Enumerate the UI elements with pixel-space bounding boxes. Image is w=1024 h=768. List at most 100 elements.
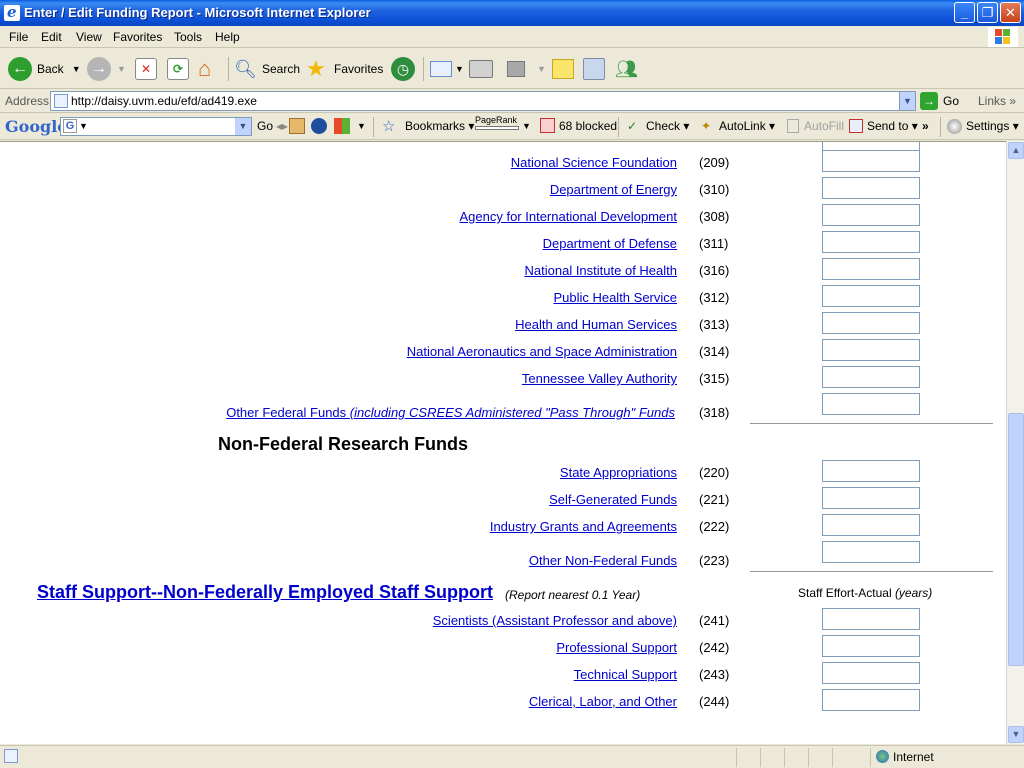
menu-file[interactable]: File xyxy=(9,30,28,44)
funding-source-link[interactable]: National Institute of Health xyxy=(525,263,677,278)
options-icon[interactable]: ◂▸ xyxy=(276,119,288,133)
links-button[interactable]: Links » xyxy=(978,94,1016,108)
globe-icon[interactable] xyxy=(311,118,327,134)
chevron-down-icon[interactable]: ▼ xyxy=(357,121,366,131)
stop-button[interactable]: ✕ xyxy=(135,55,157,83)
news-icon[interactable] xyxy=(289,118,305,134)
staff-effort-input[interactable] xyxy=(822,689,920,711)
settings-button[interactable]: Settings ▾ xyxy=(966,119,1019,133)
google-search-input[interactable]: G ▼ ▼ xyxy=(60,117,252,136)
address-field[interactable]: http://daisy.uvm.edu/efd/ad419.exe ▼ xyxy=(50,91,916,111)
chevron-down-icon[interactable]: ▼ xyxy=(537,64,546,74)
minimize-button[interactable]: _ xyxy=(954,2,975,23)
staff-effort-input[interactable] xyxy=(822,662,920,684)
research-button[interactable] xyxy=(583,55,605,83)
form-row: National Institute of Health (316) xyxy=(0,258,1006,282)
mail-button[interactable]: ▼ xyxy=(430,55,464,83)
funding-source-link[interactable]: Other Non-Federal Funds xyxy=(529,553,677,568)
staff-category-link[interactable]: Technical Support xyxy=(574,667,677,682)
go-button[interactable]: → Go xyxy=(920,92,959,110)
home-button[interactable]: ⌂ xyxy=(198,55,222,83)
amount-input[interactable] xyxy=(822,150,920,172)
menu-help[interactable]: Help xyxy=(215,30,240,44)
chevron-down-icon[interactable]: ▼ xyxy=(522,121,531,131)
scrollbar-thumb[interactable] xyxy=(1008,413,1024,666)
amount-input[interactable] xyxy=(822,393,920,415)
amount-input[interactable] xyxy=(822,366,920,388)
amount-input[interactable] xyxy=(822,204,920,226)
chevron-down-icon[interactable]: ▼ xyxy=(455,64,464,74)
amount-input[interactable] xyxy=(822,285,920,307)
back-button[interactable]: ← Back ▼ xyxy=(8,55,81,83)
other-federal-funds-link[interactable]: Other Federal Funds (including CSREES Ad… xyxy=(226,405,675,420)
staff-effort-input[interactable] xyxy=(822,608,920,630)
scroll-down-button[interactable]: ▼ xyxy=(1008,726,1024,743)
history-button[interactable]: ◷ xyxy=(391,55,415,83)
scroll-up-button[interactable]: ▲ xyxy=(1008,142,1024,159)
close-button[interactable]: ✕ xyxy=(1000,2,1021,23)
funding-source-link[interactable]: Self-Generated Funds xyxy=(549,492,677,507)
funding-source-link[interactable]: National Aeronautics and Space Administr… xyxy=(407,344,677,359)
funding-source-link[interactable]: Department of Defense xyxy=(543,236,677,251)
staff-category-link[interactable]: Professional Support xyxy=(556,640,677,655)
windows-logo-icon xyxy=(988,27,1018,47)
amount-input[interactable] xyxy=(822,177,920,199)
vertical-scrollbar[interactable]: ▲ ▼ xyxy=(1006,141,1024,744)
staff-support-heading-link[interactable]: Staff Support--Non-Federally Employed St… xyxy=(37,582,493,603)
forward-button[interactable]: → ▼ xyxy=(87,55,126,83)
staff-category-link[interactable]: Scientists (Assistant Professor and abov… xyxy=(433,613,677,628)
amount-input[interactable] xyxy=(822,258,920,280)
amount-input[interactable] xyxy=(822,312,920,334)
edit-button[interactable]: ▼ xyxy=(507,55,546,83)
maximize-button[interactable]: ❐ xyxy=(977,2,998,23)
amount-input[interactable] xyxy=(822,460,920,482)
pagerank-indicator[interactable]: PageRank xyxy=(475,115,519,130)
staff-category-link[interactable]: Clerical, Labor, and Other xyxy=(529,694,677,709)
autolink-button[interactable]: AutoLink ▾ xyxy=(719,119,775,133)
discuss-button[interactable] xyxy=(552,55,574,83)
bookmarks-button[interactable]: Bookmarks ▾ xyxy=(405,119,474,133)
popup-blocker-icon xyxy=(540,118,555,133)
print-button[interactable] xyxy=(469,55,493,83)
menu-view[interactable]: View xyxy=(76,30,102,44)
funding-source-link[interactable]: Agency for International Development xyxy=(459,209,677,224)
send-to-icon xyxy=(849,119,863,133)
chevron-down-icon[interactable]: ▼ xyxy=(235,118,251,135)
more-chevron-icon[interactable]: » xyxy=(922,119,929,133)
menu-favorites[interactable]: Favorites xyxy=(113,30,162,44)
chevron-down-icon[interactable]: ▼ xyxy=(117,64,126,74)
chevron-down-icon[interactable]: ▼ xyxy=(72,64,81,74)
windows-icon[interactable] xyxy=(334,118,350,134)
autofill-button[interactable]: AutoFill xyxy=(804,119,844,133)
page-icon xyxy=(54,94,68,108)
menu-edit[interactable]: Edit xyxy=(41,30,62,44)
google-logo[interactable]: Google xyxy=(5,117,67,136)
staff-effort-input[interactable] xyxy=(822,635,920,657)
funding-source-link[interactable]: Health and Human Services xyxy=(515,317,677,332)
popup-blocked-count[interactable]: 68 blocked xyxy=(559,119,617,133)
check-button[interactable]: Check ▾ xyxy=(646,119,689,133)
messenger-button[interactable]: 👥︎ xyxy=(615,55,639,83)
google-go-button[interactable]: Go xyxy=(257,119,273,133)
funding-source-link[interactable]: Department of Energy xyxy=(550,182,677,197)
staff-code: (241) xyxy=(699,613,730,628)
favorites-button[interactable]: ★ Favorites xyxy=(306,55,383,83)
amount-input[interactable] xyxy=(822,514,920,536)
funding-source-link[interactable]: National Science Foundation xyxy=(511,155,677,170)
bookmarks-star-icon: ☆ xyxy=(382,118,396,135)
chevron-down-icon[interactable]: ▼ xyxy=(79,121,88,131)
funding-source-link[interactable]: State Appropriations xyxy=(560,465,677,480)
refresh-button[interactable]: ⟳ xyxy=(167,55,189,83)
funding-source-link[interactable]: Public Health Service xyxy=(553,290,677,305)
amount-input[interactable] xyxy=(822,231,920,253)
amount-input[interactable] xyxy=(822,339,920,361)
amount-input[interactable] xyxy=(822,541,920,563)
search-button[interactable]: 🔍︎ Search xyxy=(234,55,300,83)
funding-source-link[interactable]: Industry Grants and Agreements xyxy=(490,519,677,534)
send-to-button[interactable]: Send to ▾ xyxy=(867,119,918,133)
amount-input[interactable] xyxy=(822,487,920,509)
chevron-down-icon[interactable]: ▼ xyxy=(899,92,915,110)
funding-code: (220) xyxy=(699,465,730,480)
menu-tools[interactable]: Tools xyxy=(174,30,202,44)
funding-source-link[interactable]: Tennessee Valley Authority xyxy=(522,371,677,386)
